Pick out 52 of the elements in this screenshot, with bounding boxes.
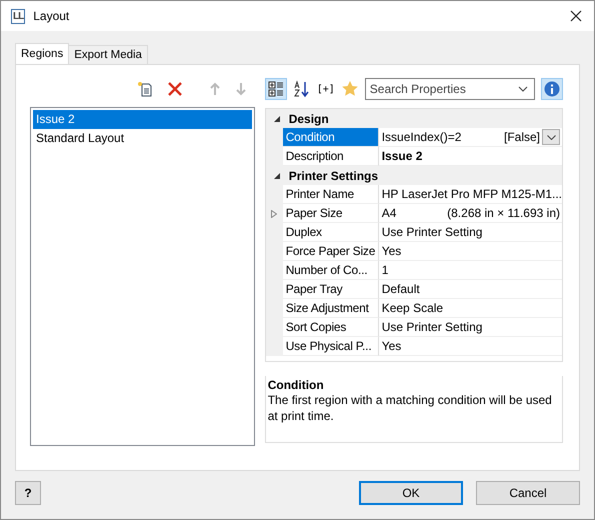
sort-icon[interactable] [292, 80, 311, 98]
collapse-icon[interactable] [272, 172, 281, 180]
property-value: A4 [382, 206, 398, 220]
property-name[interactable]: Use Physical P... [282, 337, 379, 356]
property-value: Yes [382, 339, 402, 353]
property-value: Default [382, 282, 421, 296]
property-value: Use Printer Setting [382, 320, 484, 334]
property-name[interactable]: Duplex [282, 223, 379, 242]
property-name[interactable]: Paper Tray [282, 280, 379, 299]
help-button[interactable]: ? [15, 481, 41, 505]
description-text: The first region with a matching condition will be used at print time. [268, 392, 553, 424]
dropdown-button[interactable] [542, 129, 560, 145]
ok-button[interactable]: OK [359, 481, 463, 505]
property-value: IssueIndex()=2 [382, 130, 462, 144]
property-value-detail: (8.268 in × 11.693 in) [447, 206, 561, 220]
property-value: Issue 2 [382, 149, 424, 163]
category-label: Printer Settings [288, 168, 378, 182]
close-icon[interactable] [570, 10, 582, 22]
tab[interactable]: Export Media [68, 45, 148, 64]
description-title: Condition [268, 378, 325, 392]
property-name[interactable]: Description [282, 147, 379, 166]
category-label: Design [288, 112, 329, 126]
property-name[interactable]: Sort Copies [282, 318, 379, 337]
property-name[interactable]: Condition [282, 128, 379, 147]
window-title: Layout [33, 9, 70, 23]
property-value: 1 [382, 263, 390, 277]
property-name[interactable]: Size Adjustment [282, 299, 379, 318]
app-logo: LL [11, 8, 26, 24]
property-value-detail: [False] [504, 130, 541, 144]
property-name[interactable]: Paper Size [282, 204, 379, 223]
list-item[interactable]: Issue 2 [33, 110, 252, 129]
info-button[interactable] [541, 78, 563, 100]
list-item[interactable]: Standard Layout [33, 129, 252, 148]
star-icon[interactable] [340, 80, 359, 98]
search-field[interactable]: Search Properties [364, 78, 535, 100]
property-name[interactable]: Force Paper Size [282, 242, 379, 261]
property-name[interactable]: Number of Co... [282, 261, 379, 280]
new-page-icon[interactable] [136, 81, 153, 97]
collapse-icon[interactable] [272, 114, 281, 122]
chevron-down-icon[interactable] [518, 86, 528, 92]
cancel-button[interactable]: Cancel [476, 481, 580, 505]
expand-icon[interactable] [271, 210, 278, 218]
property-value: Keep Scale [382, 301, 444, 315]
property-value: Use Printer Setting [382, 225, 484, 239]
caret-icon [546, 134, 556, 140]
expression-button[interactable]: [+] [316, 84, 335, 94]
property-name[interactable]: Printer Name [282, 185, 379, 204]
property-value: HP LaserJet Pro MFP M125-M1... [382, 187, 562, 201]
property-value: Yes [382, 244, 402, 258]
delete-icon[interactable] [166, 81, 183, 97]
categorized-view-button[interactable] [264, 78, 287, 100]
tab[interactable]: Regions [15, 43, 70, 64]
